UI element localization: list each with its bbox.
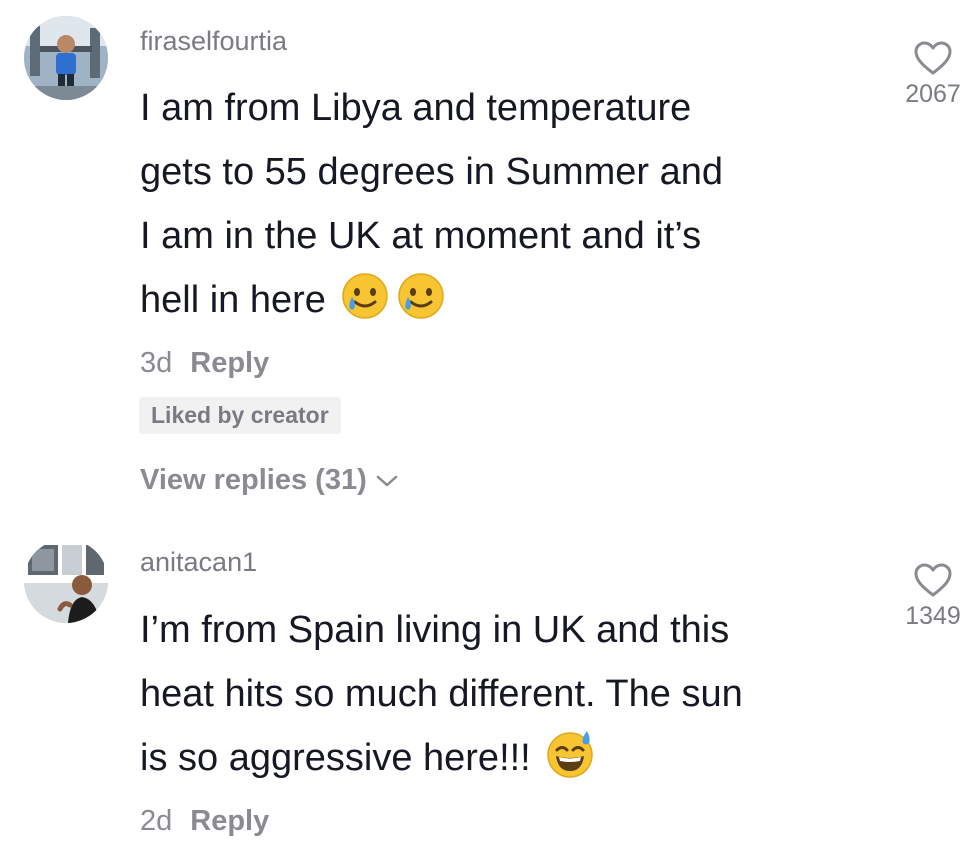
comment-meta: 3d Reply [140,349,269,378]
heart-icon [914,563,952,597]
comment-text-line: gets to 55 degrees in Summer and [140,151,724,193]
heart-icon [914,41,952,75]
comment-timestamp: 2d [140,805,173,837]
comment-text-line: heat hits so much different. The sun [140,673,743,715]
reply-button[interactable]: Reply [190,807,269,836]
avatar[interactable] [24,16,108,100]
like-count: 1349 [905,602,961,630]
liked-by-creator-badge: Liked by creator [139,397,341,434]
comment-text-line: I am in the UK at moment and it’s [140,215,702,257]
smiling-face-with-tear-icon [398,273,444,319]
comment-text-line: hell in here [140,279,326,321]
grinning-face-with-sweat-icon [547,731,593,778]
like-button[interactable]: 2067 [888,40,978,107]
like-count: 2067 [905,80,961,108]
comment-text-line: I’m from Spain living in UK and this [140,609,730,651]
view-replies-label: View replies (31) [140,464,367,496]
reply-button[interactable]: Reply [190,349,269,378]
comment-text: I am from Libya and temperature gets to 5… [140,76,860,332]
comment-timestamp: 3d [140,347,173,379]
like-button[interactable]: 1349 [888,562,978,629]
comment-text: I’m from Spain living in UK and this heat… [140,598,860,790]
comment-text-line: I am from Libya and temperature [140,87,692,129]
smiling-face-with-tear-icon [342,273,388,319]
avatar[interactable] [24,539,108,623]
comment-username[interactable]: anitacan1 [140,549,257,576]
comment-text-line: is so aggressive here!!! [140,737,531,779]
comment-username[interactable]: firaselfourtia [140,28,287,55]
comment-meta: 2d Reply [140,807,269,836]
chevron-down-icon [376,475,397,486]
view-replies-button[interactable]: View replies (31) [140,466,399,495]
